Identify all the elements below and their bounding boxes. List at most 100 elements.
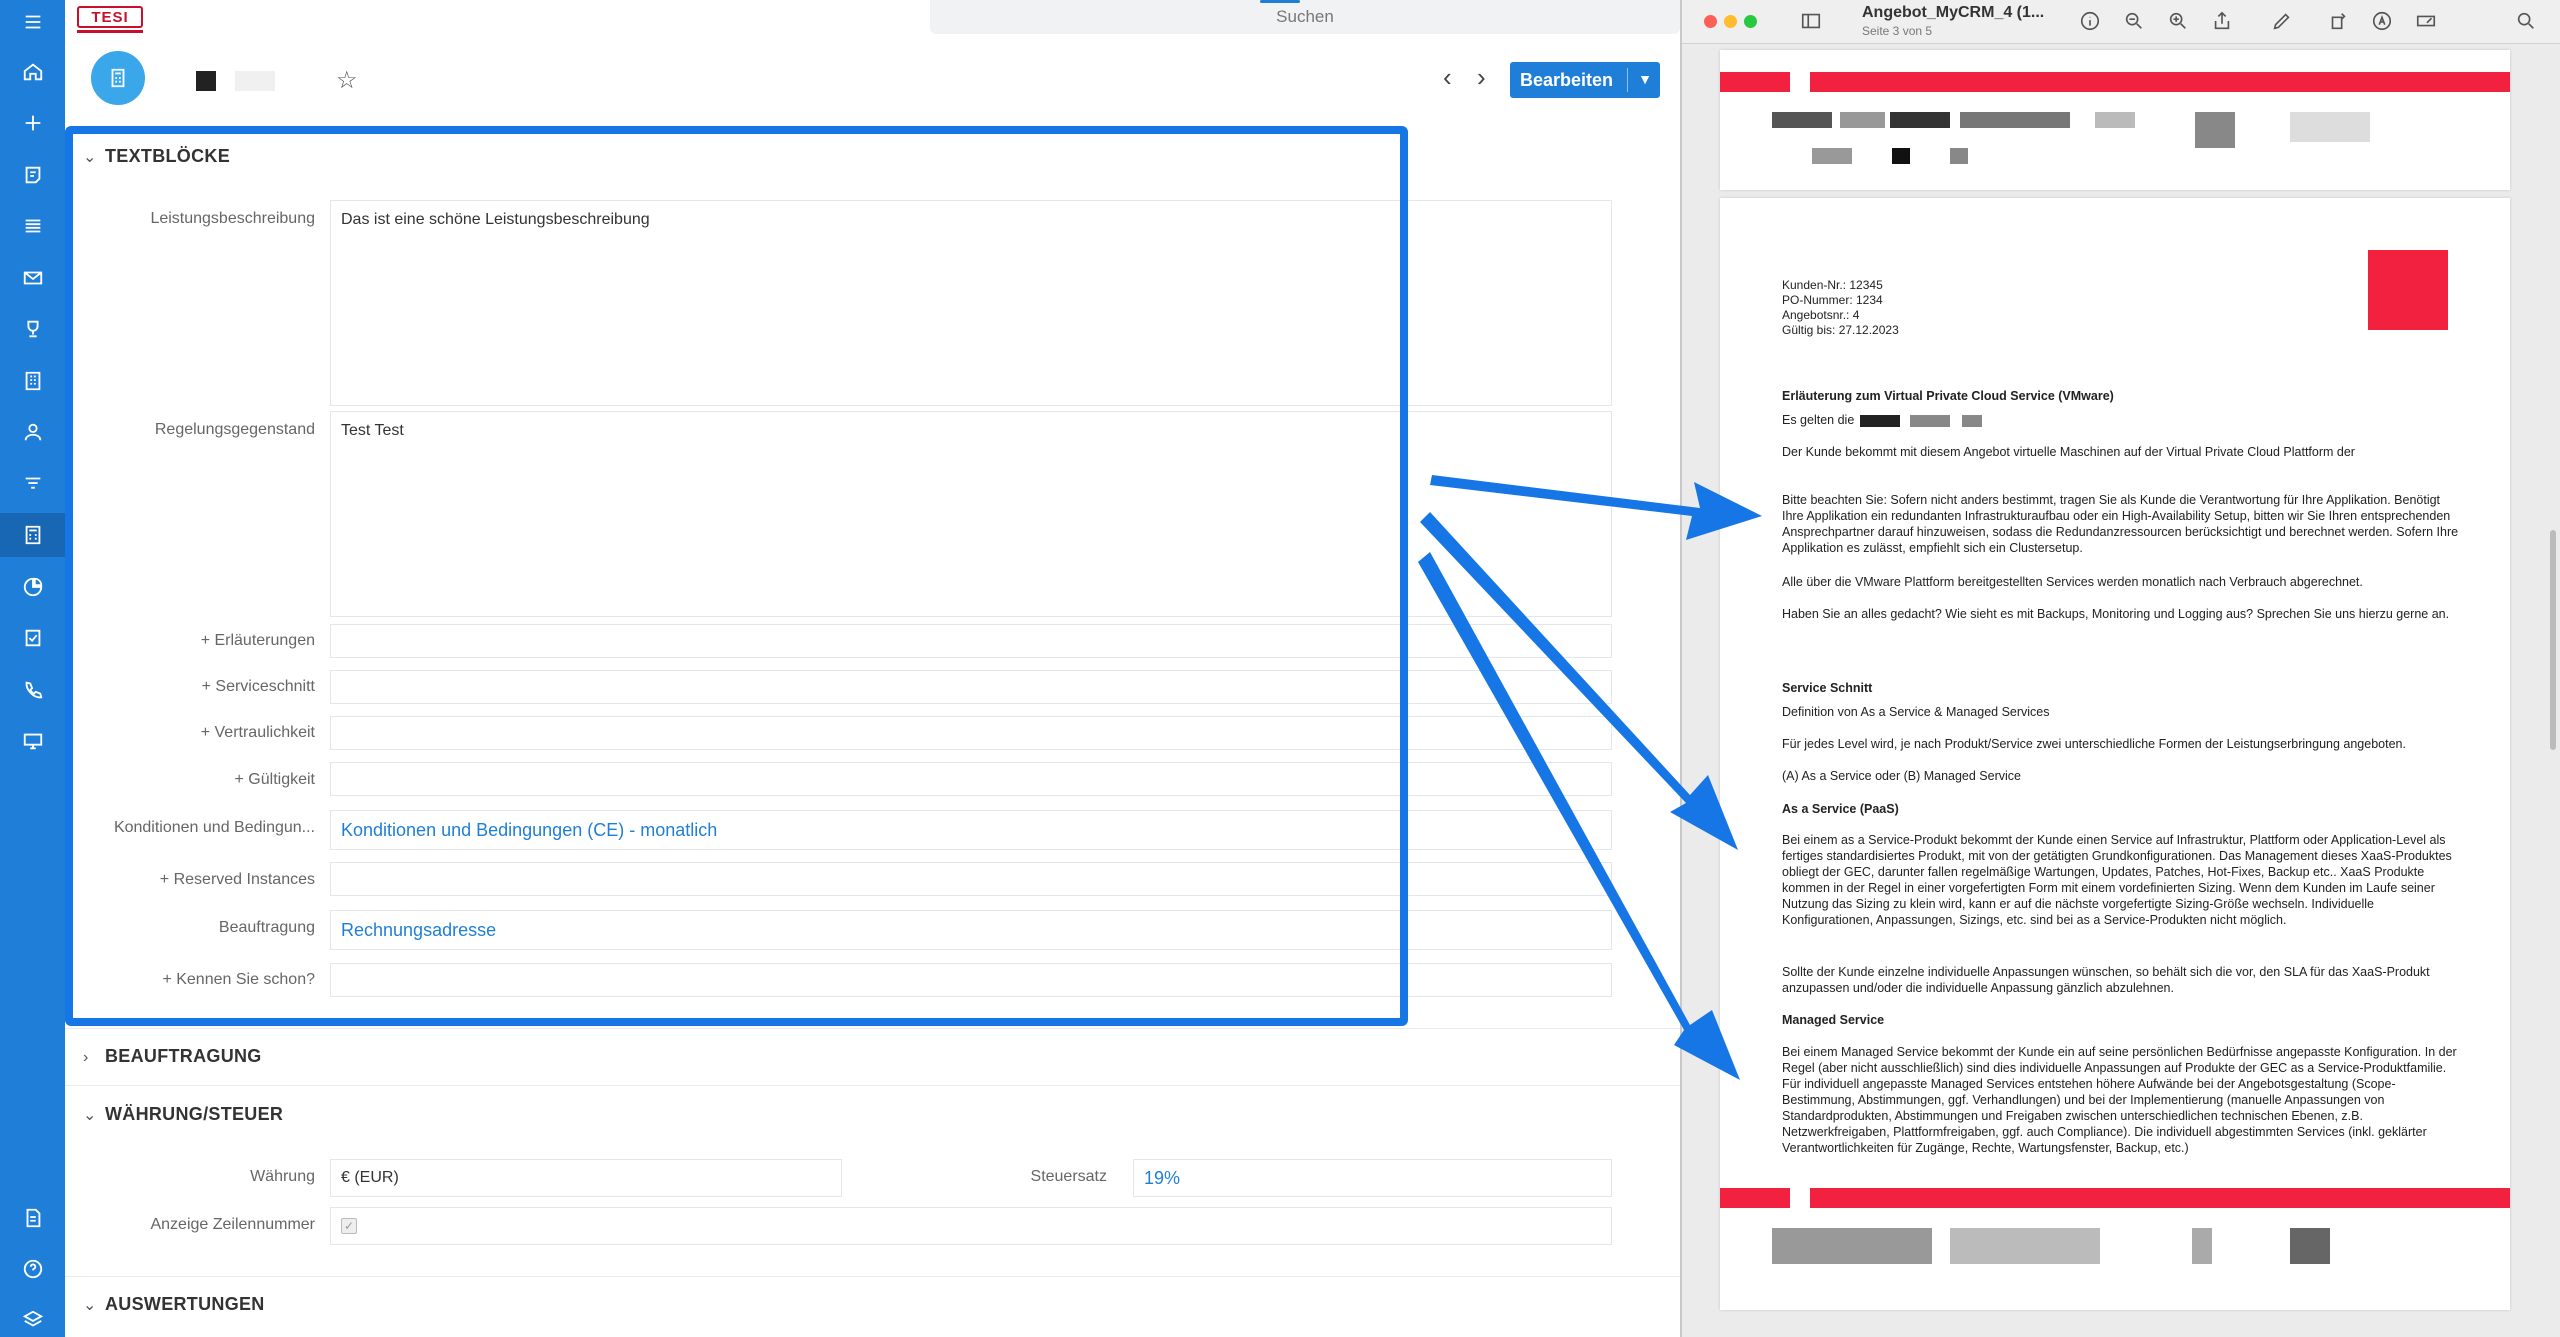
help-icon[interactable] <box>0 1247 65 1291</box>
close-window-button[interactable] <box>1704 15 1717 28</box>
field-value: Das ist eine schöne Leistungsbeschreibun… <box>341 211 650 228</box>
reserved-instances-field[interactable] <box>330 862 1612 896</box>
redacted-block <box>2095 112 2135 128</box>
layers-icon[interactable] <box>0 1298 65 1337</box>
pdf-text: Für jedes Level wird, je nach Produkt/Se… <box>1782 737 2406 751</box>
form-fill-icon[interactable] <box>2415 10 2437 32</box>
filter-icon[interactable] <box>0 462 65 506</box>
preview-titlebar: Angebot_MyCRM_4 (1... Seite 3 von 5 <box>1682 0 2560 44</box>
field-label-zeilennummer: Anzeige Zeilennummer <box>150 1216 315 1233</box>
record-type-calculator-icon[interactable] <box>91 51 145 105</box>
edit-button[interactable]: Bearbeiten ▼ <box>1510 62 1660 98</box>
record-toolbar: ☆ ‹ › Bearbeiten ▼ <box>65 44 1680 110</box>
meta-line: Angebotsnr.: 4 <box>1782 308 1860 322</box>
rotate-icon[interactable] <box>2327 10 2349 32</box>
redacted-block <box>1892 148 1910 164</box>
previous-record-button[interactable]: ‹ <box>1443 62 1452 93</box>
menu-icon[interactable] <box>0 0 65 44</box>
waehrung-field[interactable]: € (EUR) <box>330 1159 842 1197</box>
pdf-text: Der Kunde bekommt mit diesem Angebot vir… <box>1782 445 2355 459</box>
konditionen-link[interactable]: Konditionen und Bedingungen (CE) - monat… <box>341 820 717 841</box>
preview-scrollbar[interactable] <box>2550 530 2556 750</box>
pdf-text: Haben Sie an alles gedacht? Wie sieht es… <box>1782 607 2450 621</box>
chevron-down-icon[interactable]: ▼ <box>1638 71 1652 87</box>
section-waehrung-steuer[interactable]: ⌄ WÄHRUNG/STEUER <box>83 1104 283 1125</box>
search-icon[interactable] <box>2515 10 2537 32</box>
redacted-block <box>1772 112 1832 128</box>
vertraulichkeit-field[interactable] <box>330 716 1612 750</box>
share-icon[interactable] <box>2211 10 2233 32</box>
next-record-button[interactable]: › <box>1477 62 1486 93</box>
chevron-down-icon: ⌄ <box>83 1107 97 1124</box>
zoom-window-button[interactable] <box>1744 15 1757 28</box>
gueltigkeit-field[interactable] <box>330 762 1612 796</box>
serviceschnitt-field[interactable] <box>330 670 1612 704</box>
company-logo[interactable]: TESI <box>77 6 143 28</box>
pdf-red-stripe <box>1720 72 1790 92</box>
steuersatz-field[interactable]: 19% <box>1133 1159 1612 1197</box>
redacted-block <box>1840 112 1885 128</box>
beauftragung-link[interactable]: Rechnungsadresse <box>341 920 496 941</box>
pdf-text: Alle über die VMware Plattform bereitges… <box>1782 575 2363 589</box>
minimize-window-button[interactable] <box>1724 15 1737 28</box>
annotate-icon[interactable] <box>2371 10 2393 32</box>
kennen-sie-schon-field[interactable] <box>330 963 1612 997</box>
redacted-block <box>2195 112 2235 148</box>
regelungsgegenstand-field[interactable]: Test Test <box>330 411 1612 617</box>
sidebar-toggle-icon[interactable] <box>1800 10 1822 32</box>
pdf-preview-window: Angebot_MyCRM_4 (1... Seite 3 von 5 Kund… <box>1680 0 2560 1337</box>
redacted-block <box>1812 148 1852 164</box>
field-label-regelungsgegenstand: Regelungsgegenstand <box>154 421 315 438</box>
section-title: AUSWERTUNGEN <box>105 1294 265 1314</box>
add-reserved-instances-button[interactable]: + Reserved Instances <box>25 871 315 889</box>
zoom-in-icon[interactable] <box>2167 10 2189 32</box>
add-gueltigkeit-button[interactable]: + Gültigkeit <box>25 771 315 789</box>
konditionen-field[interactable]: Konditionen und Bedingungen (CE) - monat… <box>330 810 1612 850</box>
beauftragung-field[interactable]: Rechnungsadresse <box>330 910 1612 950</box>
field-value: Test Test <box>341 422 404 439</box>
leistungsbeschreibung-field[interactable]: Das ist eine schöne Leistungsbeschreibun… <box>330 200 1612 406</box>
pdf-text: Bei einem Managed Service bekommt der Ku… <box>1782 1045 2457 1155</box>
pdf-heading: Erläuterung zum Virtual Private Cloud Se… <box>1782 389 2114 403</box>
section-title: BEAUFTRAGUNG <box>105 1046 262 1066</box>
building-icon[interactable] <box>0 359 65 403</box>
add-kennen-sie-schon-button[interactable]: + Kennen Sie schon? <box>25 971 315 989</box>
redacted-block <box>1772 1228 1932 1264</box>
add-vertraulichkeit-button[interactable]: + Vertraulichkeit <box>25 724 315 742</box>
pdf-text: Bei einem as a Service-Produkt bekommt d… <box>1782 833 2452 927</box>
pdf-text: Bitte beachten Sie: Sofern nicht anders … <box>1782 493 2459 555</box>
search-input[interactable]: Suchen <box>930 0 1680 34</box>
section-auswertungen[interactable]: ⌄ AUSWERTUNGEN <box>83 1294 265 1315</box>
redacted-block <box>1962 414 1983 427</box>
favorite-star-icon[interactable]: ☆ <box>336 66 358 95</box>
section-divider <box>65 1085 1680 1086</box>
note-icon[interactable] <box>0 153 65 197</box>
pdf-text: Definition von As a Service & Managed Se… <box>1782 705 2050 719</box>
home-icon[interactable] <box>0 50 65 94</box>
erlaeuterungen-field[interactable] <box>330 624 1612 658</box>
pdf-heading: Service Schnitt <box>1782 681 1873 695</box>
plus-icon[interactable] <box>0 101 65 145</box>
screen: TESI Suchen ☆ ‹ › Bearbeiten ▼ ⌄ TEXTBLÖC… <box>0 0 2560 1337</box>
markup-pen-icon[interactable] <box>2271 10 2293 32</box>
logo-underline <box>77 30 143 33</box>
redacted-block <box>2290 1228 2330 1264</box>
add-erlaeuterungen-button[interactable]: + Erläuterungen <box>25 632 315 650</box>
zeilennummer-checkbox[interactable]: ✓ <box>341 1218 357 1234</box>
top-bar: TESI Suchen <box>65 0 1680 40</box>
pdf-red-stripe <box>1810 72 2510 92</box>
nav-rail <box>0 0 65 1337</box>
field-label-steuersatz: Steuersatz <box>1030 1168 1107 1185</box>
trophy-icon[interactable] <box>0 307 65 351</box>
pdf-page-3: Kunden-Nr.: 12345 PO-Nummer: 1234 Angebo… <box>1720 198 2510 1310</box>
steuersatz-link[interactable]: 19% <box>1144 1168 1180 1189</box>
mail-icon[interactable] <box>0 256 65 300</box>
chevron-right-icon: › <box>83 1049 89 1066</box>
section-textbloecke[interactable]: ⌄ TEXTBLÖCKE <box>83 146 230 167</box>
add-serviceschnitt-button[interactable]: + Serviceschnitt <box>25 678 315 696</box>
info-icon[interactable] <box>2079 10 2101 32</box>
zoom-out-icon[interactable] <box>2123 10 2145 32</box>
calculator-icon[interactable] <box>0 513 65 557</box>
chart-icon[interactable] <box>0 565 65 609</box>
section-beauftragung[interactable]: › BEAUFTRAGUNG <box>83 1046 262 1067</box>
